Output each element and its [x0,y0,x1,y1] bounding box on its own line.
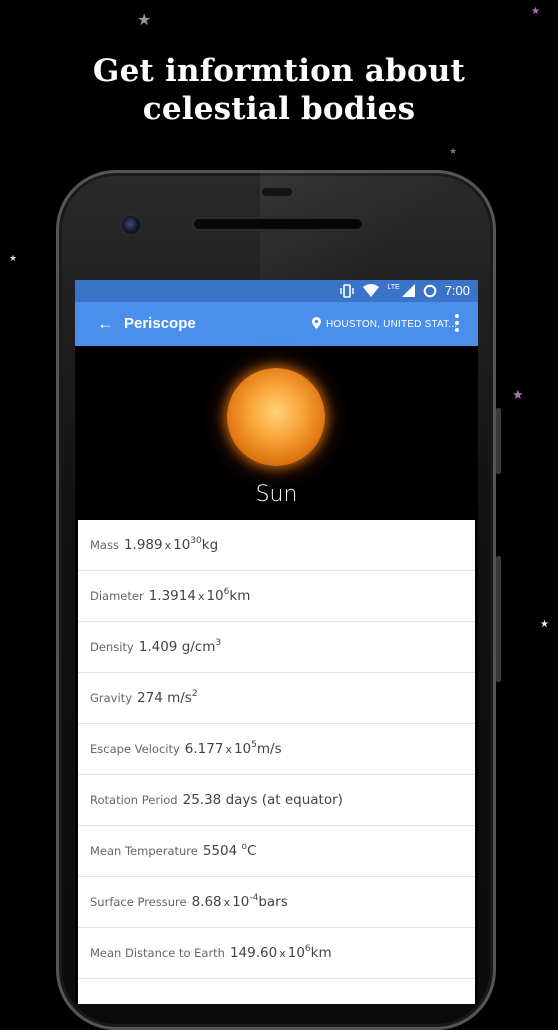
star-icon: ★ [531,6,540,17]
back-arrow-icon[interactable]: ← [97,314,114,334]
property-row-rotation-period: Rotation Period 25.38 days (at equator) [78,775,475,826]
star-icon: ★ [449,146,458,156]
battery-ring-icon [423,284,436,297]
property-label: Mass [90,538,119,552]
property-value: 1.409 g/cm3 [138,638,222,656]
property-label: Mean Temperature [90,844,198,858]
property-value: 1.3914 x 106km [148,587,251,605]
phone-top-sensor [262,188,292,196]
property-value: 8.68 x 10-4bars [191,893,288,911]
property-label: Density [90,640,134,654]
property-value: 6.177 x 105m/s [184,740,282,758]
property-label: Gravity [90,691,133,705]
star-icon: ★ [137,12,152,29]
app-bar: ← Periscope HOUSTON, UNITED STAT... [75,302,478,346]
location-text[interactable]: HOUSTON, UNITED STAT... [326,319,457,330]
celestial-hero: Sun [75,346,478,520]
signal-icon [401,284,415,297]
property-label: Surface Pressure [90,895,187,909]
phone-glare [260,172,490,292]
property-label: Escape Velocity [90,742,180,756]
sun-image [227,368,325,466]
power-button [496,556,501,682]
network-type: LTE [387,284,400,291]
more-vert-icon[interactable] [454,314,460,332]
celestial-body-name: Sun [255,482,298,507]
app-title: Periscope [124,315,196,332]
phone-screen: LTE 7:00 ← Periscope HOUSTON, UNITED STA… [75,280,478,1004]
property-value: 1.989 x 1030kg [123,536,219,554]
headline-line-2: celestial bodies [142,91,416,127]
location-pin-icon[interactable] [312,317,321,329]
property-row-diameter: Diameter 1.3914 x 106km [78,571,475,622]
vibrate-icon [340,283,355,298]
property-row-mean-distance: Mean Distance to Earth 149.60 x 106km [78,928,475,979]
status-bar: LTE 7:00 [75,280,478,302]
property-value: 274 m/s2 [137,689,198,707]
front-camera [122,216,140,234]
property-label: Diameter [90,589,144,603]
property-row-mean-temperature: Mean Temperature 5504 oC [78,826,475,877]
property-row-surface-pressure: Surface Pressure 8.68 x 10-4bars [78,877,475,928]
star-icon: ★ [9,253,18,263]
property-label: Rotation Period [90,793,178,807]
property-value: 5504 oC [202,842,257,860]
clock: 7:00 [444,283,470,298]
property-value: 149.60 x 106km [229,944,332,962]
property-row-escape-velocity: Escape Velocity 6.177 x 105m/s [78,724,475,775]
property-label: Mean Distance to Earth [90,946,225,960]
property-value: 25.38 days (at equator) [182,792,343,808]
property-row-gravity: Gravity 274 m/s2 [78,673,475,724]
headline: Get informtion about celestial bodies [0,52,558,128]
properties-card: Mass 1.989 x 1030kg Diameter 1.3914 x 106km … [78,520,475,1004]
property-row-density: Density 1.409 g/cm3 [78,622,475,673]
volume-button [496,408,501,474]
phone-speaker [194,219,362,229]
headline-line-1: Get informtion about [92,53,466,89]
star-icon: ★ [540,619,549,630]
star-icon: ★ [512,387,524,402]
wifi-icon [363,284,380,297]
property-row-mass: Mass 1.989 x 1030kg [78,520,475,571]
